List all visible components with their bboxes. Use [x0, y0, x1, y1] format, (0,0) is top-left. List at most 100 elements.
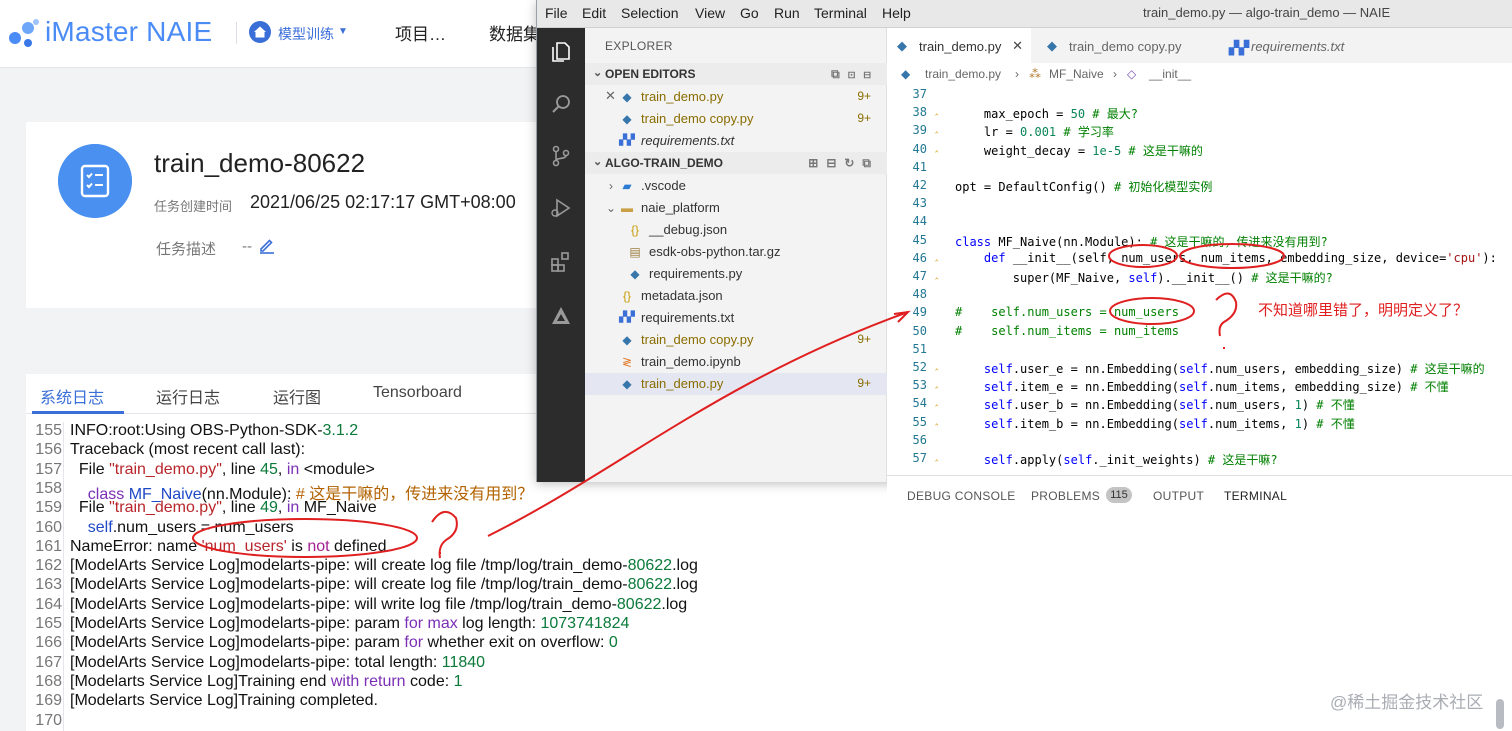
code-line[interactable]: 41 — [887, 160, 1512, 178]
open-editors-header[interactable]: ⌄ OPEN EDITORS ⧉⊡⊟ — [585, 63, 887, 85]
project-header[interactable]: ⌄ ALGO-TRAIN_DEMO ⊞⊟↻⧉ — [585, 152, 887, 174]
run-debug-icon[interactable] — [549, 196, 573, 220]
log-line-text: [ModelArts Service Log]modelarts-pipe: p… — [70, 615, 629, 633]
tree-file-selected[interactable]: ◆ train_demo.py 9+ — [585, 373, 887, 395]
code-line[interactable]: 46 ‸ def __init__(self, num_users, num_it… — [887, 251, 1512, 269]
extensions-icon[interactable] — [549, 250, 573, 274]
log-line-number: 165 — [35, 615, 62, 632]
log-token: 0 — [608, 634, 618, 652]
tree-label: metadata.json — [641, 288, 723, 303]
source-control-icon[interactable] — [549, 144, 573, 168]
edit-icon[interactable] — [258, 236, 276, 254]
tree-label: requirements.txt — [641, 310, 735, 325]
tab-run-log[interactable]: 运行日志 — [156, 384, 220, 408]
code-line[interactable]: 53 ‸ self.item_e = nn.Embedding(self.num_… — [887, 378, 1512, 396]
created-time-value: 2021/06/25 02:17:17 GMT+08:00 — [250, 192, 516, 212]
code-line[interactable]: 54 ‸ self.user_b = nn.Embedding(self.num_… — [887, 396, 1512, 414]
chevron-down-icon[interactable]: ▼ — [338, 26, 348, 37]
open-editor-item[interactable]: ✕ ◆ train_demo.py 9+ — [585, 86, 887, 108]
menu-help[interactable]: Help — [882, 5, 911, 21]
tab-debug-console[interactable]: DEBUG CONSOLE — [907, 489, 1016, 503]
code-line[interactable]: 55 ‸ self.item_b = nn.Embedding(self.num_… — [887, 415, 1512, 433]
code-line[interactable]: 57 ‸ self.apply(self._init_weights) # 这是干… — [887, 451, 1512, 469]
open-editor-item[interactable]: ▞▞ requirements.txt — [585, 130, 887, 152]
log-token: return — [363, 672, 406, 690]
module-selector[interactable]: 模型训练 — [278, 24, 334, 44]
tab-label: train_demo.py — [919, 39, 1002, 54]
indent-warning-icon: ‸ — [935, 396, 939, 408]
log-token: not — [307, 537, 330, 555]
code-line[interactable]: 45 class MF_Naive(nn.Module): # 这是干嘛的，传进来… — [887, 233, 1512, 251]
code-line[interactable]: 43 — [887, 196, 1512, 214]
menu-run[interactable]: Run — [774, 5, 800, 21]
log-token: MF_Naive — [299, 499, 377, 517]
nav-dataset-link[interactable]: 数据集 — [489, 20, 540, 45]
close-icon[interactable]: ✕ — [1012, 38, 1023, 54]
code-line[interactable]: 38 ‸ max_epoch = 50 # 最大? — [887, 105, 1512, 123]
code-line[interactable]: 56 — [887, 433, 1512, 451]
code-text: lr = 0.001 # 学习率 — [955, 125, 1114, 140]
log-token: 80622 — [627, 557, 673, 575]
watermark: @稀土掘金技术社区 — [1330, 693, 1484, 712]
tree-file[interactable]: {} metadata.json — [585, 285, 887, 307]
log-scrollbar[interactable] — [1496, 699, 1504, 729]
menu-terminal[interactable]: Terminal — [814, 5, 867, 21]
breadcrumb-class[interactable]: MF_Naive — [1049, 67, 1104, 81]
log-token: , line — [221, 460, 261, 478]
open-editor-item[interactable]: ◆ train_demo copy.py 9+ — [585, 108, 887, 130]
explorer-files-icon[interactable] — [549, 40, 573, 64]
log-line-number: 162 — [35, 557, 62, 575]
code-line[interactable]: 40 ‸ weight_decay = 1e-5 # 这是干嘛的 — [887, 142, 1512, 160]
log-token: for — [404, 615, 424, 632]
menu-view[interactable]: View — [695, 5, 725, 21]
code-line[interactable]: 44 — [887, 214, 1512, 232]
tab-run-graph[interactable]: 运行图 — [273, 384, 321, 408]
editor-tab-train-demo-copy[interactable]: ◆ train_demo copy.py — [1037, 28, 1217, 63]
tree-file[interactable]: ▞▞ requirements.txt — [585, 307, 887, 329]
section-actions-icon[interactable]: ⧉⊡⊟ — [831, 67, 879, 82]
log-line-number: 159 — [35, 499, 62, 517]
tree-folder-vscode[interactable]: › ▰ .vscode — [585, 175, 887, 197]
menu-selection[interactable]: Selection — [621, 5, 679, 21]
tree-file[interactable]: ≷ train_demo.ipynb — [585, 351, 887, 373]
tab-system-log[interactable]: 系统日志 — [40, 384, 104, 408]
editor-tab-requirements[interactable]: ▞▞ requirements.txt — [1219, 28, 1389, 63]
code-line[interactable]: 50 # self.num_items = num_items — [887, 324, 1512, 342]
breadcrumb-method[interactable]: __init__ — [1149, 67, 1191, 81]
code-editor[interactable]: 37 38 ‸ max_epoch = 50 # 最大? 39 ‸ lr = 0.001… — [887, 85, 1512, 475]
log-token: 80622 — [616, 595, 662, 613]
log-line: 169 [Modelarts Service Log]Training compl… — [26, 692, 1496, 711]
azure-icon[interactable] — [549, 304, 573, 328]
menu-file[interactable]: File — [545, 5, 568, 21]
close-icon[interactable]: ✕ — [605, 88, 616, 104]
python-file-icon: ◆ — [1047, 38, 1057, 53]
code-line[interactable]: 42 opt = DefaultConfig() # 初始化模型实例 — [887, 178, 1512, 196]
tree-file[interactable]: {} __debug.json — [585, 219, 887, 241]
vscode-folder-icon: ▰ — [622, 179, 632, 193]
editor-tab-train-demo[interactable]: ◆ train_demo.py ✕ — [887, 28, 1031, 63]
tab-problems[interactable]: PROBLEMS — [1031, 489, 1100, 503]
tab-output[interactable]: OUTPUT — [1153, 489, 1204, 503]
tree-file[interactable]: ◆ train_demo copy.py 9+ — [585, 329, 887, 351]
code-line[interactable]: 47 ‸ super(MF_Naive, self).__init__() # 这… — [887, 269, 1512, 287]
nav-project-link[interactable]: 项目… — [395, 20, 446, 45]
indent-warning-icon: ‸ — [935, 269, 939, 280]
search-icon[interactable] — [549, 92, 573, 116]
tab-terminal[interactable]: TERMINAL — [1224, 489, 1287, 503]
breadcrumb-file[interactable]: train_demo.py — [925, 67, 1001, 81]
created-time-label: 任务创建时间 — [154, 199, 233, 214]
menu-edit[interactable]: Edit — [582, 5, 606, 21]
tab-tensorboard[interactable]: Tensorboard — [373, 384, 462, 402]
tree-folder-naie-platform[interactable]: ⌄ ▬ naie_platform — [585, 197, 887, 219]
tree-file[interactable]: ▤ esdk-obs-python.tar.gz — [585, 241, 887, 263]
explorer-title: EXPLORER — [605, 39, 673, 53]
section-actions-icon[interactable]: ⊞⊟↻⧉ — [808, 156, 879, 171]
code-line[interactable]: 37 — [887, 87, 1512, 105]
code-line[interactable]: 39 ‸ lr = 0.001 # 学习率 — [887, 123, 1512, 141]
home-icon[interactable] — [248, 20, 272, 44]
log-token: , line — [221, 499, 261, 517]
code-line[interactable]: 51 — [887, 342, 1512, 360]
tree-file[interactable]: ◆ requirements.py — [585, 263, 887, 285]
menu-go[interactable]: Go — [740, 5, 759, 21]
code-line[interactable]: 52 ‸ self.user_e = nn.Embedding(self.num_… — [887, 360, 1512, 378]
